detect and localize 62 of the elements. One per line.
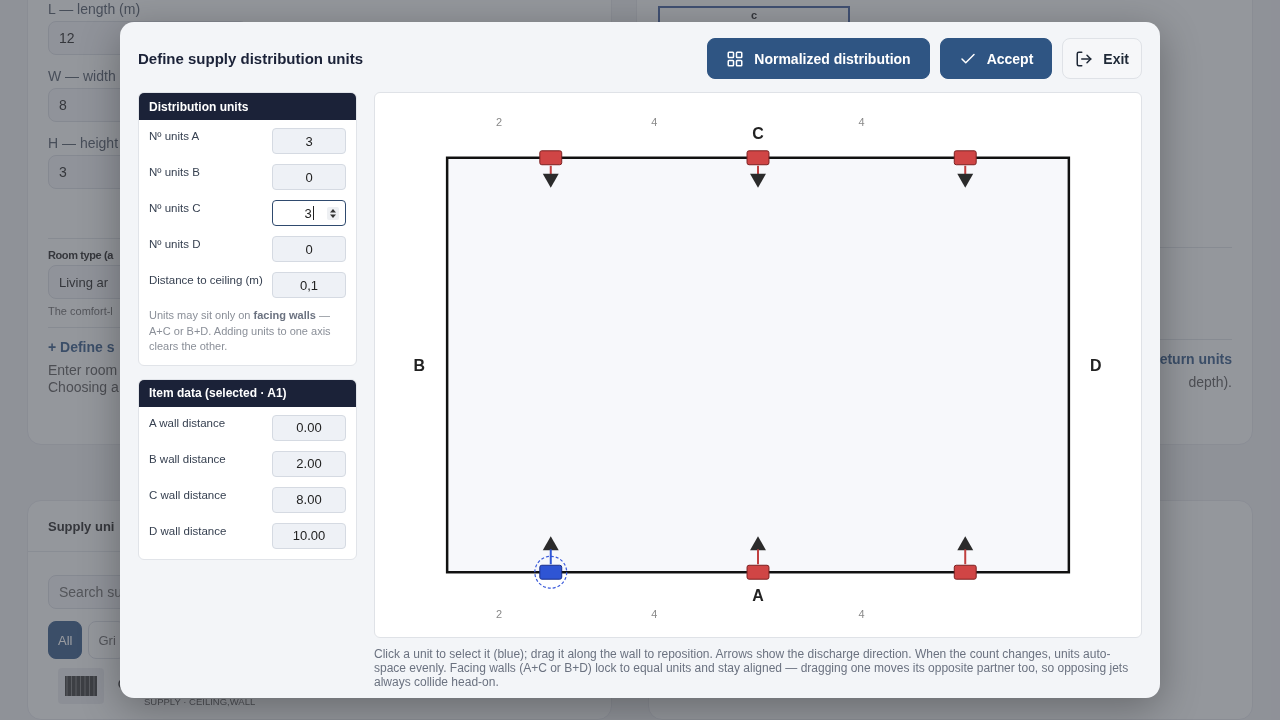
spinner-icon[interactable] — [327, 207, 339, 220]
field-label: D wall distance — [149, 523, 228, 538]
field-label: Nº units B — [149, 165, 201, 179]
unit-marker[interactable] — [953, 150, 977, 166]
dimension-label: 4 — [858, 115, 865, 128]
discharge-arrow — [750, 536, 766, 565]
body-text: Enter room — [48, 362, 118, 379]
field-label: W — width — [48, 68, 116, 84]
item-meta: SUPPLY · CEILING,WALL — [144, 696, 256, 707]
body-text: Choosing a — [48, 379, 119, 396]
unit-marker[interactable] — [746, 564, 770, 580]
field-label: H — height — [48, 135, 119, 151]
panel-title: Item data (selected · A1) — [139, 379, 356, 407]
number-field[interactable]: 2.00 — [272, 450, 346, 477]
grid-icon — [726, 49, 745, 68]
dimension-label: 4 — [651, 115, 658, 128]
wall-label: D — [1090, 357, 1102, 374]
help-text: Click a unit to select it (blue); drag it along the wall to reposition. Arrows show the discharge direction. When the count changes, units auto-space evenly. Facing walls (A+C or B+D) lock to equal units and stay aligned — dragging one moves its opposite partner too, so opposing jets always collide head-on. — [374, 647, 1130, 689]
field-label: Nº units C — [149, 201, 202, 215]
number-field[interactable]: 3 — [272, 200, 346, 226]
unit-marker[interactable] — [746, 150, 770, 166]
field-label: Nº units D — [149, 237, 202, 251]
selection-ring — [534, 555, 568, 589]
dimension-label: 4 — [651, 608, 658, 621]
field-label: Room type (a — [48, 249, 113, 261]
number-field[interactable]: 8.00 — [272, 486, 346, 513]
wall-label: A — [752, 587, 764, 605]
number-field[interactable]: 10.00 — [272, 522, 346, 549]
field-label: C wall distance — [149, 487, 228, 502]
grille-icon — [58, 668, 104, 704]
discharge-arrow — [750, 165, 766, 188]
unit-marker[interactable] — [539, 150, 563, 166]
accept-button[interactable]: Accept — [939, 38, 1053, 79]
dimension-label: 2 — [495, 608, 502, 621]
wall-label: C — [752, 124, 764, 142]
discharge-arrow — [957, 165, 974, 188]
number-field[interactable]: 0 — [272, 164, 346, 190]
number-field[interactable]: 3 — [272, 128, 346, 154]
unit-marker[interactable] — [539, 564, 563, 580]
wall-label: B — [413, 357, 425, 374]
panel-title: Distribution units — [139, 93, 356, 120]
body-text: depth). — [1188, 374, 1232, 391]
unit-marker[interactable] — [953, 564, 977, 580]
dimension-label: 2 — [495, 115, 502, 128]
dimension-label: 4 — [858, 608, 865, 621]
number-field[interactable]: 0.00 — [272, 414, 346, 441]
normalize-button[interactable]: Normalized distribution — [707, 38, 930, 79]
exit-button[interactable]: Exit — [1062, 38, 1142, 79]
field-label: L — length (m) — [48, 1, 141, 17]
number-field[interactable]: 0 — [272, 236, 346, 262]
note-text: Units may sit only on facing walls — A+C or B+D. Adding units to one axis clears the other. — [149, 308, 332, 354]
field-label: Distance to ceiling (m) — [149, 273, 264, 287]
dialog-title: Define supply distribution units — [138, 50, 364, 67]
field-label: Nº units A — [149, 129, 201, 143]
field-label: B wall distance — [149, 451, 227, 466]
logout-icon — [1075, 49, 1094, 68]
field-label: A wall distance — [149, 415, 227, 430]
discharge-arrow — [957, 536, 974, 565]
discharge-arrow — [542, 536, 559, 565]
number-field[interactable]: 0,1 — [272, 272, 346, 298]
discharge-arrow — [542, 165, 559, 188]
hint-text: The comfort-l — [48, 305, 113, 317]
